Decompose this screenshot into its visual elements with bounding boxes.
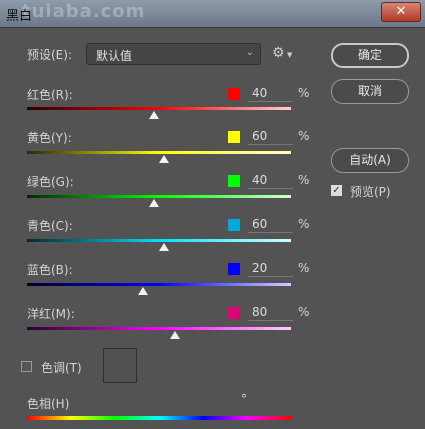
channel-label: 蓝色(B): <box>27 263 73 277</box>
channel-value-input[interactable]: 60 <box>248 217 293 233</box>
preview-label: 预览(P) <box>350 185 391 199</box>
slider-thumb[interactable] <box>148 199 159 207</box>
hue-slider-track[interactable] <box>27 416 291 420</box>
slider-thumb[interactable] <box>148 111 159 119</box>
slider-thumb[interactable] <box>138 287 149 295</box>
color-swatch <box>228 88 240 100</box>
color-swatch <box>228 307 240 319</box>
percent-unit: % <box>298 86 310 100</box>
degree-unit: ° <box>241 392 247 406</box>
preset-label: 预设(E): <box>27 48 72 62</box>
close-icon: ✕ <box>395 4 407 19</box>
percent-unit: % <box>298 129 310 143</box>
ok-button[interactable]: 确定 <box>331 43 409 68</box>
slider-track[interactable] <box>27 327 291 330</box>
watermark: tuiaba.com <box>22 1 146 22</box>
channel-label: 青色(C): <box>27 219 73 233</box>
channel-value-input[interactable]: 60 <box>248 129 293 145</box>
slider-track[interactable] <box>27 107 291 110</box>
preset-value: 默认值 <box>96 49 133 63</box>
percent-unit: % <box>298 261 310 275</box>
title-bar: tuiaba.com 黑白 ✕ <box>0 0 425 28</box>
tint-label: 色调(T) <box>41 361 82 375</box>
window-title: 黑白 <box>6 9 33 24</box>
slider-thumb[interactable] <box>159 155 170 163</box>
slider-thumb[interactable] <box>169 331 180 339</box>
tint-color-swatch[interactable] <box>103 348 137 383</box>
channel-label: 洋红(M): <box>27 307 75 321</box>
tint-checkbox[interactable] <box>21 361 32 372</box>
color-swatch <box>228 219 240 231</box>
percent-unit: % <box>298 173 310 187</box>
percent-unit: % <box>298 217 310 231</box>
auto-button[interactable]: 自动(A) <box>331 148 409 173</box>
slider-thumb[interactable] <box>159 243 170 251</box>
slider-track[interactable] <box>27 195 291 198</box>
channel-value-input[interactable]: 40 <box>248 173 293 189</box>
slider-track[interactable] <box>27 239 291 242</box>
channel-label: 红色(R): <box>27 88 73 102</box>
channel-value-input[interactable]: 40 <box>248 86 293 102</box>
channel-label: 绿色(G): <box>27 175 74 189</box>
channel-label: 黄色(Y): <box>27 131 72 145</box>
gear-icon[interactable]: ⚙ <box>272 45 285 61</box>
caret-down-icon: ▼ <box>287 51 293 59</box>
chevron-down-icon: ⌄ <box>245 47 254 58</box>
color-swatch <box>228 263 240 275</box>
channel-value-input[interactable]: 20 <box>248 261 293 277</box>
close-button[interactable]: ✕ <box>381 2 421 22</box>
preset-select[interactable]: 默认值 ⌄ <box>86 43 261 65</box>
color-swatch <box>228 175 240 187</box>
percent-unit: % <box>298 305 310 319</box>
slider-track[interactable] <box>27 283 291 286</box>
preview-checkbox[interactable]: ✓ <box>331 185 342 196</box>
cancel-button[interactable]: 取消 <box>331 79 409 104</box>
color-swatch <box>228 131 240 143</box>
hue-label: 色相(H) <box>27 397 70 411</box>
slider-track[interactable] <box>27 151 291 154</box>
channel-value-input[interactable]: 80 <box>248 305 293 321</box>
